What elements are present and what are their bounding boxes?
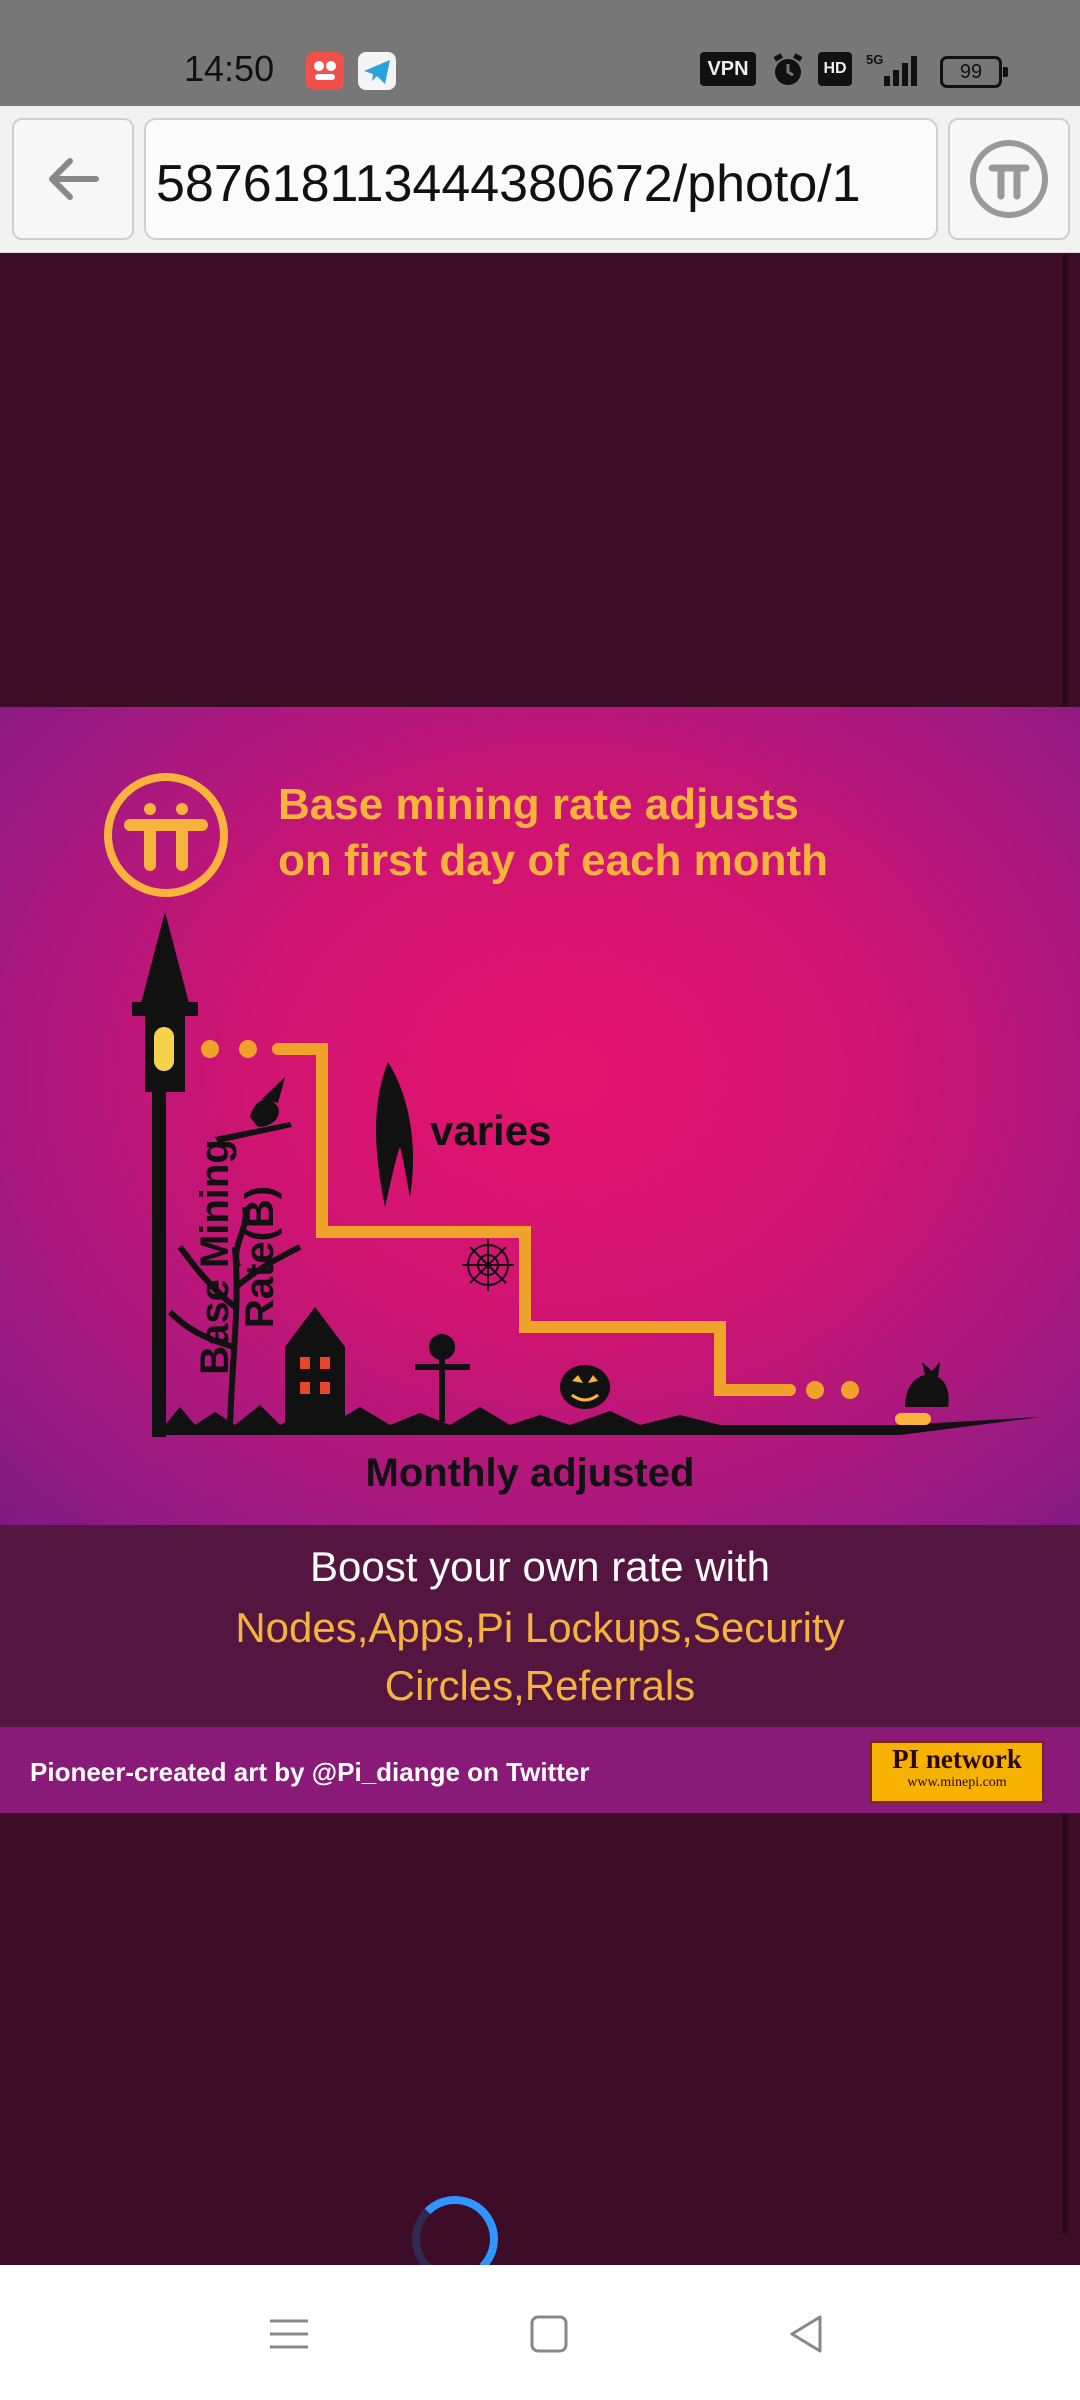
back-button[interactable] xyxy=(12,118,134,240)
haunted-house-icon xyxy=(285,1307,345,1427)
jack-o-lantern-icon xyxy=(560,1365,610,1409)
system-back-button[interactable] xyxy=(782,2309,832,2359)
url-field[interactable]: 587618113444380672/photo/1 xyxy=(144,118,938,240)
vpn-badge: VPN xyxy=(700,52,756,86)
alarm-icon xyxy=(770,52,806,86)
boost-line-1: Boost your own rate with xyxy=(310,1543,770,1590)
home-button[interactable] xyxy=(524,2309,574,2359)
bat-icon xyxy=(375,1062,414,1207)
back-arrow-icon xyxy=(49,158,99,200)
telegram-icon xyxy=(358,52,396,90)
browser-toolbar: 587618113444380672/photo/1 xyxy=(0,106,1080,253)
signal-icon: 5G xyxy=(864,52,924,86)
chart-annotation: varies xyxy=(430,1107,552,1154)
home-icon xyxy=(530,2315,568,2353)
battery-icon: 99 xyxy=(940,56,1008,88)
url-text: 587618113444380672/photo/1 xyxy=(156,155,861,213)
credit-text: Pioneer-created art by @Pi_diange on Twi… xyxy=(30,1757,590,1787)
pi-network-badge: PI network www.minepi.com xyxy=(870,1741,1044,1803)
spider-web-icon xyxy=(462,1239,514,1291)
scarecrow-icon xyxy=(415,1334,470,1422)
step-line xyxy=(272,1043,796,1396)
status-time: 14:50 xyxy=(184,48,275,89)
menu-icon xyxy=(270,2319,308,2349)
y-axis-label: Base Mining Rate(B) xyxy=(193,1139,282,1375)
back-icon xyxy=(790,2315,822,2353)
network-type: 5G xyxy=(866,52,883,67)
status-bar: 14:50 VPN HD 5G 99 xyxy=(0,0,1080,106)
cat-icon xyxy=(905,1362,949,1407)
brand-url: www.minepi.com xyxy=(907,1775,1007,1790)
system-nav-bar xyxy=(0,2265,1080,2400)
boost-line-2: Nodes,Apps,Pi Lockups,Security Circles,R… xyxy=(235,1604,845,1709)
pi-logo-icon xyxy=(970,140,1048,218)
brand-name: PI network xyxy=(892,1744,1022,1774)
menu-button[interactable] xyxy=(264,2309,314,2359)
hd-badge: HD xyxy=(818,52,852,86)
tower-icon xyxy=(132,912,198,1437)
x-axis-label: Monthly adjusted xyxy=(365,1451,695,1495)
poster-image[interactable]: Base mining rate adjusts on first day of… xyxy=(0,707,1080,1813)
app-icon xyxy=(306,52,344,90)
pi-browser-button[interactable] xyxy=(948,118,1070,240)
